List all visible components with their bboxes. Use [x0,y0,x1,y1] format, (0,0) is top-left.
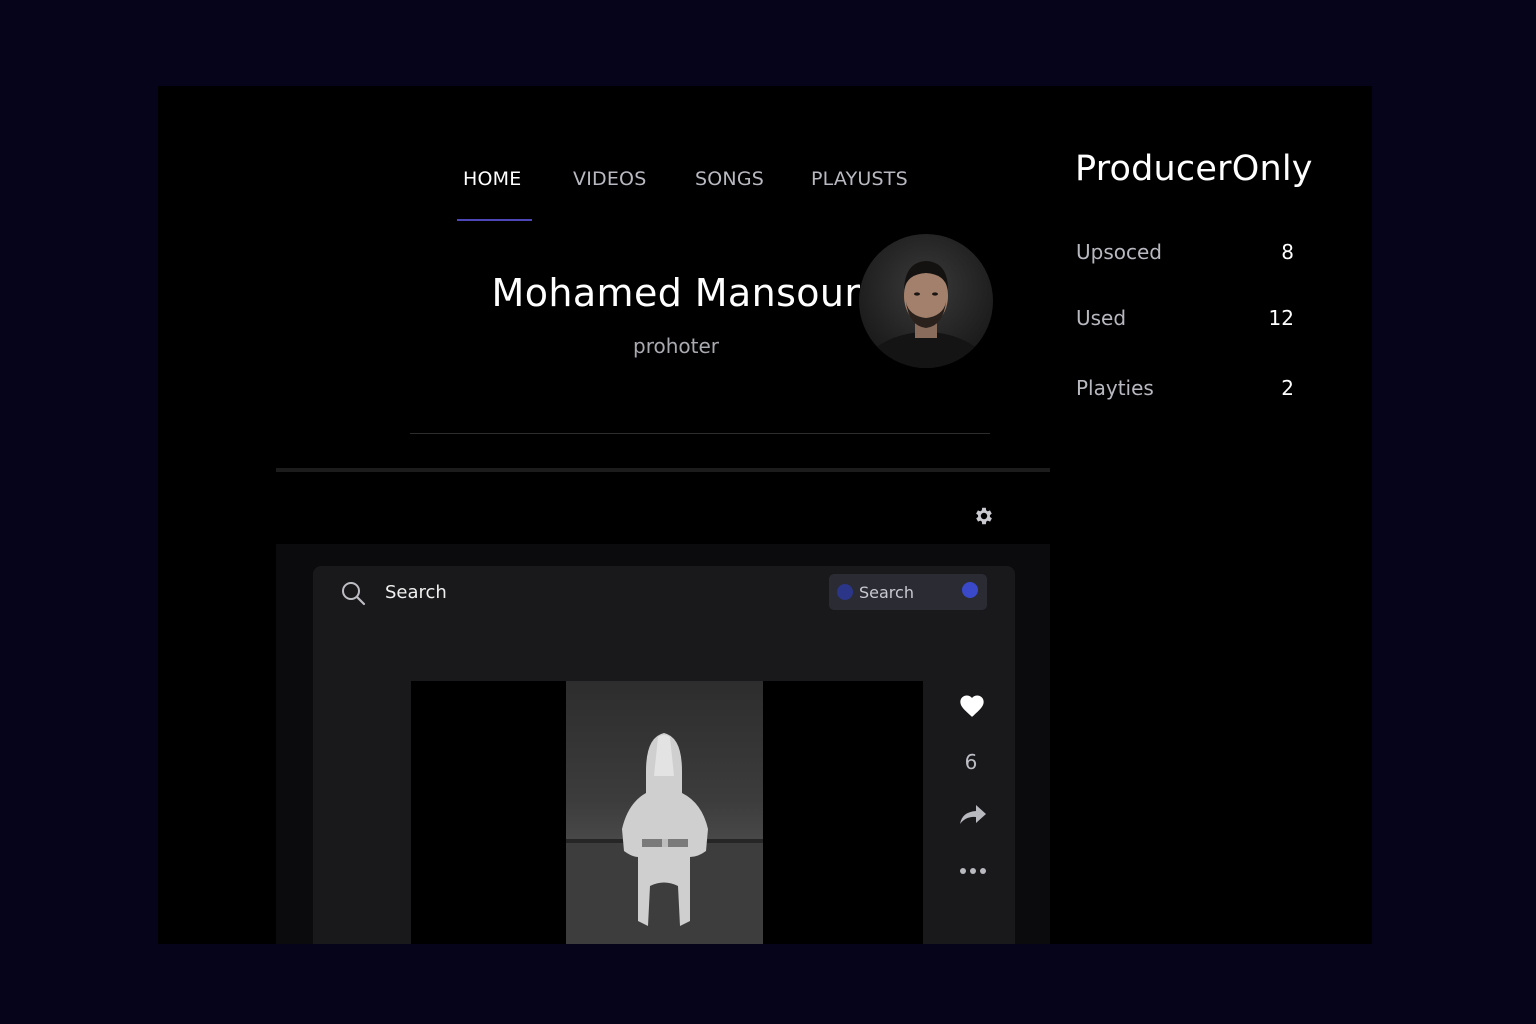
profile-divider [410,433,990,434]
stat-value: 12 [1268,306,1294,330]
stat-row-upsoced: Upsoced 8 [1076,240,1294,270]
stat-label: Playties [1076,376,1154,400]
stat-value: 8 [1281,240,1294,264]
share-icon[interactable] [958,802,988,832]
stat-row-used: Used 12 [1076,306,1294,336]
stat-label: Upsoced [1076,240,1162,264]
video-player[interactable] [411,681,923,944]
stat-row-playties: Playties 2 [1076,376,1294,406]
tab-home[interactable]: HOME [463,170,521,189]
more-icon[interactable] [958,862,988,881]
tab-videos[interactable]: VIDEOS [573,170,646,189]
user-avatar-photo [859,261,993,368]
avatar[interactable] [859,234,993,368]
eye-icon[interactable] [962,582,978,598]
heart-icon[interactable] [958,692,986,724]
active-tab-indicator [457,219,532,221]
gear-icon[interactable] [973,505,995,527]
app-window: HOME VIDEOS SONGS PLAYUSTS Mohamed Manso… [158,86,1372,944]
search-chip-button[interactable]: Search [829,574,987,610]
stat-value: 2 [1281,376,1294,400]
search-chip-label: Search [859,583,914,602]
lock-icon [837,584,853,600]
stat-label: Used [1076,306,1127,330]
tab-playlists[interactable]: PLAYUSTS [811,170,908,189]
veiled-figure-image [566,733,763,944]
search-icon[interactable] [340,580,366,606]
content-panel: Search Search 6 [276,544,1050,944]
profile-role: prohoter [633,334,719,358]
like-count: 6 [964,750,978,774]
brand-title: ProducerOnly [1075,149,1313,189]
player-card: Search Search 6 [313,566,1015,944]
video-thumbnail [566,681,763,944]
profile-name: Mohamed Mansour [491,271,861,315]
section-divider [276,468,1050,472]
tab-songs[interactable]: SONGS [695,170,764,189]
search-input[interactable]: Search [385,582,447,603]
